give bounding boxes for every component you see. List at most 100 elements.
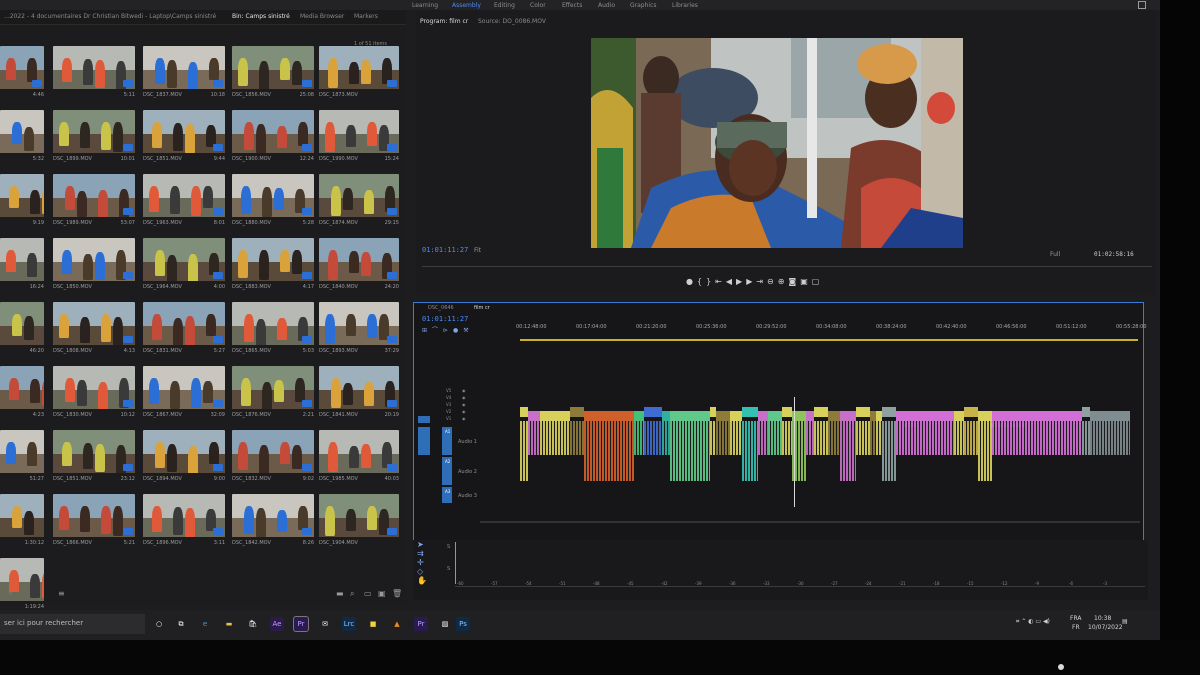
audio-clip[interactable]: [806, 421, 814, 455]
razor-icon[interactable]: ◇: [417, 567, 433, 576]
tray-date[interactable]: 10/07/2022: [1088, 624, 1123, 631]
bin-clip-thumbnail[interactable]: DSC_1851.MOV 23:12: [53, 430, 135, 490]
time-ruler[interactable]: 00:12:48:00 00:17:04:00 00:21:20:00 00:25:3…: [516, 323, 1147, 337]
video-clip[interactable]: [584, 411, 634, 421]
audio-track-header[interactable]: A1 Audio 1: [414, 427, 520, 455]
audio-clip[interactable]: [992, 421, 1082, 455]
eye-icon[interactable]: ◉: [462, 388, 466, 393]
workspace-libraries[interactable]: Libraries: [672, 2, 698, 9]
tab-sequence-dsc0646[interactable]: DSC_0646: [428, 305, 454, 311]
bin-clip-thumbnail[interactable]: DSC_1989.MOV 53:07: [53, 174, 135, 234]
mail-icon[interactable]: ✉: [318, 617, 332, 631]
bin-clip-thumbnail[interactable]: DSC_1837.MOV 10:18: [143, 46, 225, 106]
video-clip[interactable]: [528, 411, 540, 421]
bin-clip-thumbnail[interactable]: DSC_1964.MOV 4:00: [143, 238, 225, 298]
track-clips[interactable]: PETRE PETRE ELEMENTS: [520, 397, 1140, 513]
premiere-pro-icon-2[interactable]: Pr: [414, 617, 428, 631]
track-target-v1[interactable]: [418, 416, 430, 423]
mark-in-icon[interactable]: {: [697, 277, 706, 286]
bin-clip-thumbnail[interactable]: DSC_1874.MOV 29:15: [319, 174, 399, 234]
selection-tool-icon[interactable]: ➤: [417, 540, 433, 549]
video-track-header[interactable]: V4 ◉: [414, 395, 520, 402]
trash-icon[interactable]: 🗑: [392, 589, 402, 598]
audio-clip[interactable]: [782, 421, 792, 455]
audio-clip[interactable]: [978, 421, 992, 481]
file-explorer-icon[interactable]: ▬: [222, 617, 236, 631]
bin-clip-thumbnail[interactable]: DSC_1850.MOV: [53, 238, 135, 298]
video-clip[interactable]: [644, 407, 662, 417]
tab-program[interactable]: Program: film cr: [420, 18, 468, 25]
video-clip[interactable]: [1090, 411, 1130, 421]
video-clip[interactable]: [782, 407, 792, 417]
bin-clip-thumbnail[interactable]: DSC_1831.MOV 5:27: [143, 302, 225, 362]
video-clip[interactable]: [882, 407, 896, 417]
audio-clip[interactable]: [828, 421, 840, 455]
bin-clip-thumbnail[interactable]: 9:19: [0, 174, 44, 234]
video-clip[interactable]: [758, 411, 768, 421]
audio-clip[interactable]: [840, 421, 856, 481]
task-view-icon[interactable]: ⧉: [174, 617, 188, 631]
photoshop-icon[interactable]: Ps: [456, 617, 470, 631]
zoom-fit-select[interactable]: Fit: [474, 247, 481, 254]
workspace-graphics[interactable]: Graphics: [630, 2, 657, 9]
lift-icon[interactable]: ⊖: [767, 277, 778, 286]
audio-clip[interactable]: [814, 421, 828, 455]
bin-clip-thumbnail[interactable]: 1:30:12: [0, 494, 44, 554]
audio-clip[interactable]: [758, 421, 768, 455]
workspace-learning[interactable]: Learning: [412, 2, 438, 9]
tray-language[interactable]: FRA: [1070, 615, 1081, 622]
bin-clip-thumbnail[interactable]: DSC_1867.MOV 32:09: [143, 366, 225, 426]
step-back-icon[interactable]: ◀: [726, 277, 736, 286]
tray-time[interactable]: 10:38: [1094, 615, 1111, 622]
store-icon[interactable]: 🛍: [246, 617, 260, 631]
video-clip[interactable]: [634, 411, 644, 421]
video-track-header[interactable]: V5 ◉: [414, 388, 520, 395]
audio-clip[interactable]: [882, 421, 896, 481]
extract-icon[interactable]: ⊕: [778, 277, 789, 286]
program-scrub-bar[interactable]: [422, 266, 1152, 267]
hand-icon[interactable]: ✋: [417, 576, 433, 585]
bin-clip-thumbnail[interactable]: DSC_1841.MOV 20:19: [319, 366, 399, 426]
video-clip[interactable]: [570, 407, 584, 417]
audio-clip[interactable]: [662, 421, 670, 455]
lightroom-icon[interactable]: Lrc: [342, 617, 356, 631]
bin-clip-thumbnail[interactable]: 51:27: [0, 430, 44, 490]
bin-clip-thumbnail[interactable]: DSC_1904.MOV: [319, 494, 399, 554]
bin-clip-thumbnail[interactable]: DSC_1896.MOV 3:11: [143, 494, 225, 554]
sort-icon[interactable]: ≡: [58, 589, 65, 598]
audio-clip[interactable]: [768, 421, 782, 455]
bin-clip-thumbnail[interactable]: 16:24: [0, 238, 44, 298]
video-clip[interactable]: [1082, 407, 1090, 417]
marker-icon[interactable]: ●: [686, 277, 697, 286]
bin-clip-thumbnail[interactable]: DSC_1851.MOV 9:44: [143, 110, 225, 170]
bin-clip-thumbnail[interactable]: DSC_1894.MOV 9:00: [143, 430, 225, 490]
bin-clip-thumbnail[interactable]: 5:11: [53, 46, 135, 106]
list-view-icon[interactable]: ◦: [8, 589, 13, 598]
video-clip[interactable]: [896, 411, 954, 421]
after-effects-icon[interactable]: Ae: [270, 617, 284, 631]
bin-clip-thumbnail[interactable]: DSC_1842.MOV 8:26: [232, 494, 314, 554]
taskbar-search-input[interactable]: ser ici pour rechercher: [0, 614, 145, 634]
video-clip[interactable]: [662, 411, 670, 421]
ripple-edit-icon[interactable]: ✛: [417, 558, 433, 567]
audio-clip[interactable]: [742, 421, 758, 481]
bin-clip-thumbnail[interactable]: DSC_1830.MOV 10:12: [53, 366, 135, 426]
program-video-frame[interactable]: [591, 38, 963, 248]
go-to-in-icon[interactable]: ⇤: [715, 277, 726, 286]
export-frame-icon[interactable]: ◙: [788, 277, 800, 286]
bin-clip-thumbnail[interactable]: DSC_1866.MOV 5:21: [53, 494, 135, 554]
bin-clip-thumbnail[interactable]: DSC_1963.MOV 8:01: [143, 174, 225, 234]
premiere-pro-icon[interactable]: Pr: [293, 616, 309, 632]
audio-clip[interactable]: [896, 421, 954, 455]
video-clip[interactable]: [670, 411, 710, 421]
new-folder-icon[interactable]: ▭: [364, 589, 372, 598]
track-select-icon[interactable]: ⇉: [417, 549, 433, 558]
video-clip[interactable]: [840, 411, 856, 421]
audio-clip[interactable]: [670, 421, 710, 481]
audio-clip[interactable]: [584, 421, 634, 481]
source-patch-a1[interactable]: [418, 427, 430, 455]
new-item-icon[interactable]: ▣: [378, 589, 386, 598]
tray-icons[interactable]: ⌗ ⌃ ◐ ▭ ◀): [1016, 618, 1050, 626]
bin-clip-thumbnail[interactable]: 5:32: [0, 110, 44, 170]
workspace-audio[interactable]: Audio: [598, 2, 615, 9]
